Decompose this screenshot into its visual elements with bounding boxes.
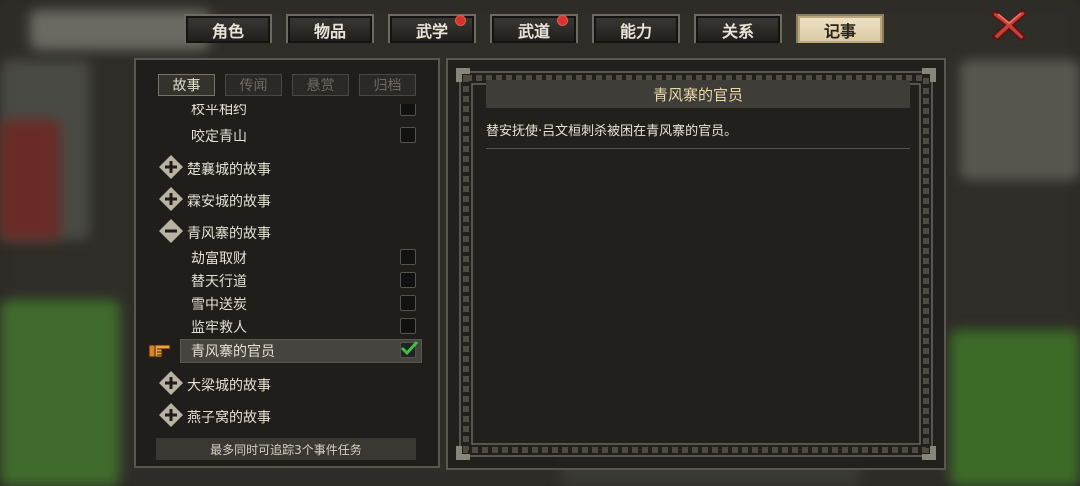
list-item-partial[interactable]: 校平相约: [136, 104, 438, 120]
expand-plus-icon[interactable]: [158, 186, 184, 212]
tab-label: 武道: [517, 21, 550, 41]
group-header[interactable]: 霖安城的故事: [136, 186, 438, 212]
tracking-limit-note: 最多同时可追踪3个事件任务: [156, 438, 416, 460]
journal-list-panel: 故事 传闻 悬赏 归档 校平相约 咬定青山 楚襄城的故事 霖安城的故事 青风寨的…: [134, 58, 440, 468]
notification-badge: [455, 15, 466, 26]
tab-label: 武学: [415, 21, 448, 41]
expand-plus-icon[interactable]: [158, 370, 184, 396]
group-header[interactable]: 青风寨的故事: [136, 218, 438, 244]
subtab-label: 悬赏: [306, 78, 335, 94]
list-item-label: 替天行道: [191, 274, 247, 290]
collapse-minus-icon[interactable]: [158, 218, 184, 244]
tab-martial-way[interactable]: 武道: [490, 14, 578, 43]
tab-journal[interactable]: 记事: [796, 14, 884, 43]
list-item-label: 雪中送炭: [191, 297, 247, 313]
list-item-label: 青风寨的官员: [191, 344, 275, 360]
expand-plus-icon[interactable]: [158, 154, 184, 180]
close-button[interactable]: [990, 8, 1028, 42]
story-detail-panel: 青风寨的官员 替安抚使·吕文桓刺杀被困在青风寨的官员。: [446, 58, 946, 470]
list-item-label: 校平相约: [191, 104, 247, 118]
group-header[interactable]: 楚襄城的故事: [136, 154, 438, 180]
tab-label: 物品: [313, 21, 346, 41]
notification-badge: [557, 15, 568, 26]
expand-plus-icon[interactable]: [158, 402, 184, 428]
list-item[interactable]: 监牢救人: [136, 315, 438, 338]
close-icon: [990, 8, 1028, 42]
subtab-rumors[interactable]: 传闻: [225, 74, 282, 96]
checkmark-icon: [400, 340, 418, 356]
tab-items[interactable]: 物品: [286, 14, 374, 43]
list-item-label: 劫富取财: [191, 251, 247, 267]
group-header[interactable]: 大梁城的故事: [136, 370, 438, 396]
track-checkbox[interactable]: [400, 318, 416, 334]
subtab-bounties[interactable]: 悬赏: [292, 74, 349, 96]
group-label: 青风寨的故事: [187, 226, 271, 242]
tab-label: 记事: [823, 21, 856, 41]
group-label: 大梁城的故事: [187, 378, 271, 394]
track-checkbox[interactable]: [400, 127, 416, 143]
tab-label: 能力: [619, 21, 652, 41]
group-header[interactable]: 燕子窝的故事: [136, 402, 438, 428]
divider: [486, 148, 910, 149]
list-item-selected[interactable]: 青风寨的官员: [136, 339, 438, 363]
top-tab-bar: 角色 物品 武学 武道 能力 关系 记事: [0, 0, 1080, 46]
story-list[interactable]: 校平相约 咬定青山 楚襄城的故事 霖安城的故事 青风寨的故事 劫富取财 替天行道: [136, 104, 438, 434]
track-checkbox[interactable]: [400, 295, 416, 311]
pointing-hand-icon: [148, 344, 171, 358]
list-item-label: 监牢救人: [191, 320, 247, 336]
track-checkbox[interactable]: [400, 272, 416, 288]
list-item[interactable]: 劫富取财: [136, 246, 438, 269]
subtab-stories[interactable]: 故事: [158, 74, 215, 96]
tab-abilities[interactable]: 能力: [592, 14, 680, 43]
group-label: 霖安城的故事: [187, 194, 271, 210]
subtab-label: 传闻: [239, 78, 268, 94]
story-title: 青风寨的官员: [486, 80, 910, 108]
list-item-label: 咬定青山: [191, 129, 247, 145]
list-item[interactable]: 替天行道: [136, 269, 438, 292]
list-item[interactable]: 雪中送炭: [136, 292, 438, 315]
journal-subtabs: 故事 传闻 悬赏 归档: [158, 74, 416, 96]
subtab-archive[interactable]: 归档: [359, 74, 416, 96]
tab-label: 关系: [721, 21, 754, 41]
tab-relations[interactable]: 关系: [694, 14, 782, 43]
track-checkbox-checked[interactable]: [400, 340, 418, 358]
story-description: 替安抚使·吕文桓刺杀被困在青风寨的官员。: [486, 124, 738, 139]
group-label: 燕子窝的故事: [187, 410, 271, 426]
subtab-label: 故事: [172, 78, 201, 94]
tab-label: 角色: [211, 21, 244, 41]
track-checkbox[interactable]: [400, 249, 416, 265]
list-item[interactable]: 咬定青山: [136, 124, 438, 147]
tab-character[interactable]: 角色: [184, 14, 272, 43]
group-label: 楚襄城的故事: [187, 162, 271, 178]
subtab-label: 归档: [373, 78, 402, 94]
track-checkbox[interactable]: [400, 104, 416, 116]
tab-martial-arts[interactable]: 武学: [388, 14, 476, 43]
